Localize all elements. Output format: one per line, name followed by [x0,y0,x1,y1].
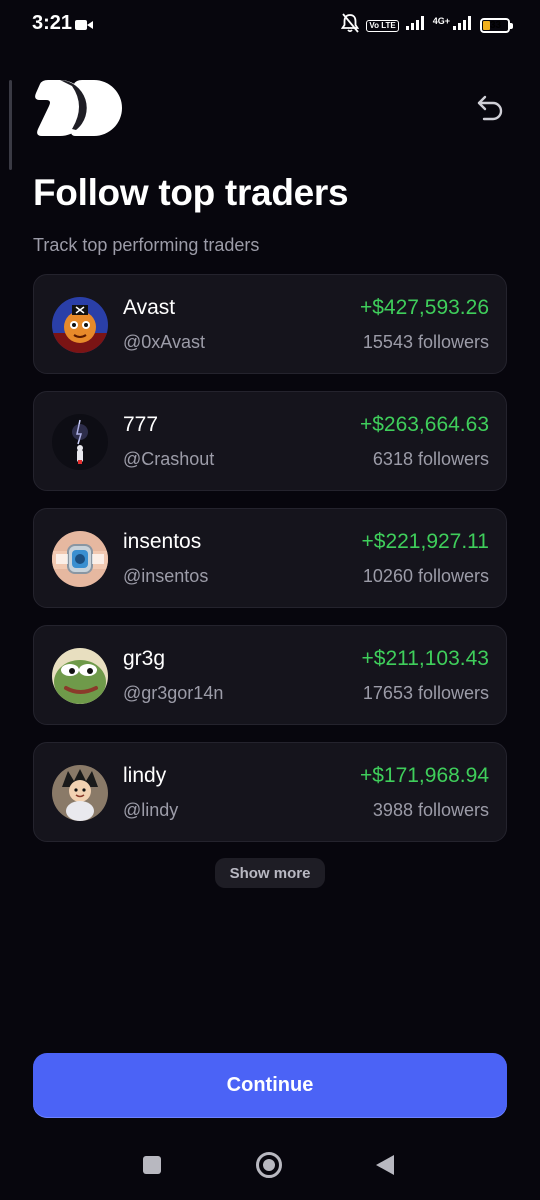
undo-arrow-icon[interactable] [470,88,510,128]
trader-profit: +$427,593.26 [359,296,489,319]
trader-profit: +$171,968.94 [359,764,489,787]
app-logo-icon [32,80,122,141]
trader-card[interactable]: lindy @lindy +$171,968.94 3988 followers [33,742,507,842]
avatar [52,414,108,470]
trader-card[interactable]: Avast @0xAvast +$427,593.26 15543 follow… [33,274,507,374]
video-camera-icon [75,18,93,36]
trader-handle: @gr3gor14n [123,683,224,703]
home-circle-icon[interactable] [256,1152,282,1178]
trader-followers: 3988 followers [372,800,489,820]
avatar [52,297,108,353]
volte-badge: Vo LTE [366,19,399,32]
recents-square-icon[interactable] [143,1156,161,1174]
trader-name: lindy [123,764,167,787]
trader-followers: 15543 followers [362,332,489,352]
battery-icon: 33 [480,18,513,33]
trader-name: insentos [123,530,202,553]
page-title: Follow top traders [33,172,349,213]
trader-handle: @insentos [123,566,209,586]
trader-profit: +$263,664.63 [359,413,489,436]
trader-profit: +$221,927.11 [361,530,490,553]
trader-name: Avast [123,296,176,319]
continue-button[interactable]: Continue [33,1053,507,1118]
status-time: 3:21 [32,12,73,34]
avatar [52,765,108,821]
trader-name: 777 [123,413,159,436]
show-more-button[interactable]: Show more [215,858,325,888]
bell-off-icon [341,13,360,38]
trader-list: Avast @0xAvast +$427,593.26 15543 follow… [33,274,507,859]
trader-followers: 17653 followers [362,683,489,703]
trader-handle: @0xAvast [123,332,205,352]
back-triangle-icon[interactable] [376,1155,394,1175]
network-type: 4G+ [432,15,450,26]
page-subtitle: Track top performing traders [33,235,260,255]
signal-icon [405,16,426,35]
trader-card[interactable]: insentos @insentos +$221,927.11 10260 fo… [33,508,507,608]
trader-handle: @lindy [123,800,179,820]
battery-level: 33 [490,20,502,31]
status-bar: 3:21 Vo LTE 4G+ 33 [0,0,540,48]
avatar [52,531,108,587]
signal-icon-2 [453,16,473,35]
trader-followers: 6318 followers [372,449,489,469]
status-icons: Vo LTE 4G+ 33 [341,13,513,38]
trader-card[interactable]: gr3g @gr3gor14n +$211,103.43 17653 follo… [33,625,507,725]
trader-card[interactable]: 777 @Crashout +$263,664.63 6318 follower… [33,391,507,491]
trader-name: gr3g [123,647,166,670]
avatar [52,648,108,704]
trader-handle: @Crashout [123,449,215,469]
battery-tip [510,23,513,29]
battery-fill [483,21,490,30]
scroll-indicator [9,80,12,170]
system-nav-bar [0,1140,540,1200]
trader-profit: +$211,103.43 [361,647,490,670]
trader-followers: 10260 followers [362,566,489,586]
